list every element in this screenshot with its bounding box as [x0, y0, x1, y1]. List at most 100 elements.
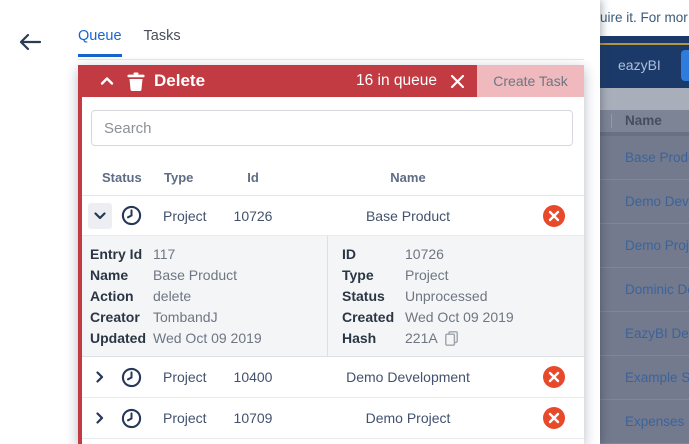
bg-row-link[interactable]: Expenses: [625, 414, 684, 429]
detail-label: Entry Id: [90, 244, 153, 265]
details-left-column: Entry Id 117 Name Base Product Action de…: [82, 236, 327, 356]
queue-row-10709[interactable]: Project 10709 Demo Project: [82, 398, 584, 439]
expand-toggle[interactable]: [88, 364, 112, 390]
tab-divider-line: [78, 59, 584, 60]
bg-table-row[interactable]: Dominic De: [600, 268, 689, 312]
search-container: [82, 97, 584, 160]
detail-row-creator: Creator TombandJ: [90, 307, 327, 328]
queue-row-10726[interactable]: Project 10726 Base Product: [82, 196, 584, 236]
row-id: 10400: [214, 369, 292, 385]
column-header-name: Name: [292, 170, 524, 185]
detail-value: 221A: [405, 328, 458, 349]
search-input[interactable]: [91, 110, 573, 146]
bg-row-link[interactable]: Base Produc: [625, 150, 689, 165]
pending-clock-icon: [121, 205, 142, 226]
detail-label: Created: [342, 307, 405, 328]
detail-label: Hash: [342, 328, 405, 349]
header-action-button[interactable]: [681, 50, 689, 81]
remove-from-queue-icon[interactable]: [543, 407, 565, 429]
app-header-bar: eazyBI: [600, 45, 689, 88]
bg-row-link[interactable]: Example Se: [625, 370, 689, 385]
details-right-column: ID 10726 Type Project Status Unprocessed: [327, 236, 584, 356]
create-task-button[interactable]: Create Task: [477, 65, 584, 97]
notification-text: uire it. For mor: [600, 10, 688, 25]
remove-from-queue-icon[interactable]: [543, 205, 565, 227]
detail-label: Creator: [90, 307, 153, 328]
expand-toggle[interactable]: [88, 405, 112, 431]
column-header-type: Type: [154, 170, 214, 185]
bg-table-row[interactable]: Example Se: [600, 356, 689, 400]
brand-logo: eazyBI: [618, 57, 661, 73]
detail-row-hash: Hash 221A: [342, 328, 584, 349]
detail-label: Updated: [90, 328, 153, 349]
pending-clock-icon: [121, 367, 142, 388]
collapse-chevron-up-icon[interactable]: [100, 76, 114, 86]
detail-value: Project: [405, 265, 449, 286]
bg-row-link[interactable]: EazyBI Dem: [625, 326, 689, 341]
detail-label: Status: [342, 286, 405, 307]
bg-row-link[interactable]: Demo Proje: [625, 238, 689, 253]
bg-row-link[interactable]: Dominic De: [625, 282, 689, 297]
queue-row-10400[interactable]: Project 10400 Demo Development: [82, 357, 584, 398]
detail-row-entry-id: Entry Id 117: [90, 244, 327, 265]
card-body: Status Type Id Name: [78, 97, 584, 444]
copy-icon[interactable]: [445, 331, 458, 346]
bg-table-row[interactable]: Demo Deve: [600, 180, 689, 224]
close-icon[interactable]: [450, 74, 465, 89]
card-title: Delete: [154, 71, 205, 91]
detail-label: Action: [90, 286, 153, 307]
detail-label: Name: [90, 265, 153, 286]
column-header-status: Status: [82, 170, 154, 185]
detail-label: Type: [342, 265, 405, 286]
table-header-row: Status Type Id Name: [82, 160, 584, 196]
bg-table-header: Name: [600, 110, 689, 132]
detail-value: Base Product: [153, 265, 237, 286]
chevron-right-icon: [96, 412, 104, 424]
row-id: 10726: [214, 208, 292, 224]
remove-from-queue-icon[interactable]: [543, 366, 565, 388]
navy-top-strip: [600, 36, 689, 43]
delete-header-bar: Delete 16 in queue: [78, 65, 477, 97]
tab-tasks[interactable]: Tasks: [144, 28, 181, 57]
detail-value: Wed Oct 09 2019: [153, 328, 262, 349]
trash-icon: [127, 72, 145, 91]
notification-bar: uire it. For mor: [600, 0, 689, 36]
bg-table-row[interactable]: Base Produc: [600, 136, 689, 180]
detail-value: 10726: [405, 244, 444, 265]
back-arrow-icon: [16, 30, 44, 54]
detail-row-updated: Updated Wed Oct 09 2019: [90, 328, 327, 349]
hash-value: 221A: [405, 328, 438, 349]
detail-value: TombandJ: [153, 307, 218, 328]
detail-value: Unprocessed: [405, 286, 488, 307]
back-button[interactable]: [16, 30, 44, 54]
row-name: Demo Development: [292, 369, 524, 385]
tab-bar: Queue Tasks: [78, 28, 181, 57]
screen: uire it. For mor eazyBI Name Base Produc…: [0, 0, 689, 444]
delete-queue-card: Delete 16 in queue Create Task Status: [78, 65, 584, 444]
bg-row-link[interactable]: Demo Deve: [625, 194, 689, 209]
detail-value: 117: [153, 244, 175, 265]
create-task-label: Create Task: [493, 73, 567, 89]
row-name: Demo Project: [292, 410, 524, 426]
detail-row-created: Created Wed Oct 09 2019: [342, 307, 584, 328]
detail-row-type: Type Project: [342, 265, 584, 286]
expand-toggle[interactable]: [88, 203, 112, 229]
card-header: Delete 16 in queue Create Task: [78, 65, 584, 97]
detail-row-status: Status Unprocessed: [342, 286, 584, 307]
detail-row-id: ID 10726: [342, 244, 584, 265]
detail-label: ID: [342, 244, 405, 265]
bg-table-row[interactable]: EazyBI Dem: [600, 312, 689, 356]
row-type: Project: [154, 208, 214, 224]
row-status-cell: [82, 364, 154, 390]
background-page: uire it. For mor eazyBI Name Base Produc…: [600, 0, 689, 444]
bg-table-row[interactable]: Demo Proje: [600, 224, 689, 268]
tab-queue[interactable]: Queue: [78, 28, 122, 57]
detail-value: delete: [153, 286, 191, 307]
bg-table-row[interactable]: Expenses: [600, 400, 689, 444]
row-id: 10709: [214, 410, 292, 426]
row-status-cell: [82, 203, 154, 229]
column-header-id: Id: [214, 170, 292, 185]
pending-clock-icon: [121, 408, 142, 429]
row-actions-cell: [524, 407, 584, 429]
extension-panel: Queue Tasks Delete 16 in queue: [0, 0, 600, 444]
